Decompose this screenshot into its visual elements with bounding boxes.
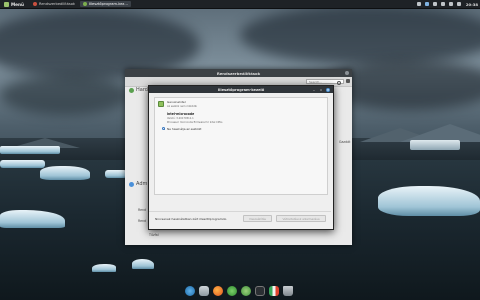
- show-desktop-icon[interactable]: [185, 285, 195, 296]
- item-left-label-1[interactable]: Rend: [138, 208, 146, 212]
- system-tray: 20:38: [413, 0, 478, 8]
- item-firewall[interactable]: Tűzfal: [149, 233, 159, 237]
- flag-icon[interactable]: [269, 285, 279, 296]
- settings-titlebar[interactable]: Rendszerbeállítások: [125, 69, 352, 77]
- firefox-icon[interactable]: [213, 285, 223, 296]
- taskbar-item-label: Rendszerbeállítások: [38, 2, 75, 6]
- close-icon[interactable]: ×: [326, 87, 330, 92]
- files-icon[interactable]: [199, 285, 209, 296]
- close-icon[interactable]: [345, 71, 349, 75]
- apply-changes-button[interactable]: Változtatások alkalmazása: [276, 215, 326, 222]
- user-icon[interactable]: [432, 2, 437, 6]
- maximize-icon[interactable]: ▫: [319, 88, 323, 92]
- sound-icon[interactable]: [440, 2, 445, 6]
- do-not-use-radio[interactable]: [162, 127, 165, 130]
- section-administration-label: Adm: [136, 181, 148, 187]
- status-message: Nincsenek használatban zárt illesztőprog…: [155, 217, 228, 221]
- mint-logo-icon: [4, 1, 9, 7]
- section-hardware-label: Hard: [136, 87, 148, 93]
- trash-icon[interactable]: [283, 285, 293, 296]
- battery-icon[interactable]: [448, 2, 453, 6]
- taskbar-item-driver-manager[interactable]: Illesztőprogram-kez…: [80, 1, 131, 7]
- device-status: Az eszköz nem működik: [167, 105, 197, 108]
- software-icon[interactable]: [241, 285, 251, 296]
- menu-label: Menü: [11, 1, 24, 7]
- do-not-use-label[interactable]: Ne használja az eszközt: [167, 127, 201, 131]
- driver-name: intel-microcode: [167, 112, 195, 116]
- search-icon: [337, 81, 341, 85]
- driver-manager-app-icon: [83, 2, 87, 6]
- search-placeholder: Search…: [309, 80, 323, 84]
- item-right-label[interactable]: Gazdát: [339, 140, 350, 144]
- update-icon[interactable]: [227, 285, 237, 296]
- section-hardware: Hard: [129, 87, 148, 93]
- driver-description: Processor microcode firmware for Intel C…: [167, 121, 223, 124]
- terminal-icon[interactable]: [255, 285, 265, 296]
- dialog-title: Illesztőprogram-kezelő: [217, 87, 265, 92]
- driver-list: GenuineIntel Az eszköz nem működik intel…: [154, 97, 328, 195]
- menu-button[interactable]: Menü: [0, 0, 28, 8]
- clear-search-icon[interactable]: [346, 79, 350, 83]
- taskbar-item-label: Illesztőprogram-kez…: [89, 2, 128, 6]
- network-icon[interactable]: [416, 2, 421, 6]
- update-icon[interactable]: [424, 2, 429, 6]
- clock[interactable]: 20:38: [466, 2, 478, 7]
- device-chip-icon: [158, 101, 164, 107]
- dialog-titlebar[interactable]: Illesztőprogram-kezelő – ▫ ×: [149, 86, 333, 93]
- settings-app-icon: [32, 2, 37, 6]
- driver-manager-dialog: Illesztőprogram-kezelő – ▫ × GenuineInte…: [148, 85, 334, 230]
- taskbar-item-settings[interactable]: Rendszerbeállítások: [30, 1, 78, 7]
- minimize-icon[interactable]: –: [312, 88, 316, 92]
- item-left-label-2[interactable]: Rend: [138, 219, 146, 223]
- dialog-divider: [149, 211, 331, 212]
- clipboard-icon[interactable]: [456, 2, 461, 6]
- settings-window-title: Rendszerbeállítások: [216, 70, 261, 76]
- top-panel: Menü Rendszerbeállítások Illesztőprogram…: [0, 0, 480, 9]
- device-heading: GenuineIntel: [167, 100, 186, 104]
- administration-icon: [129, 181, 134, 187]
- section-administration: Adm: [129, 181, 147, 187]
- revert-button[interactable]: Visszaállítás: [243, 215, 272, 222]
- dock: [178, 283, 300, 298]
- search-input[interactable]: Search…: [306, 79, 344, 85]
- driver-version: Verzió: 3.20170511.1: [167, 117, 194, 120]
- hardware-icon: [129, 87, 134, 93]
